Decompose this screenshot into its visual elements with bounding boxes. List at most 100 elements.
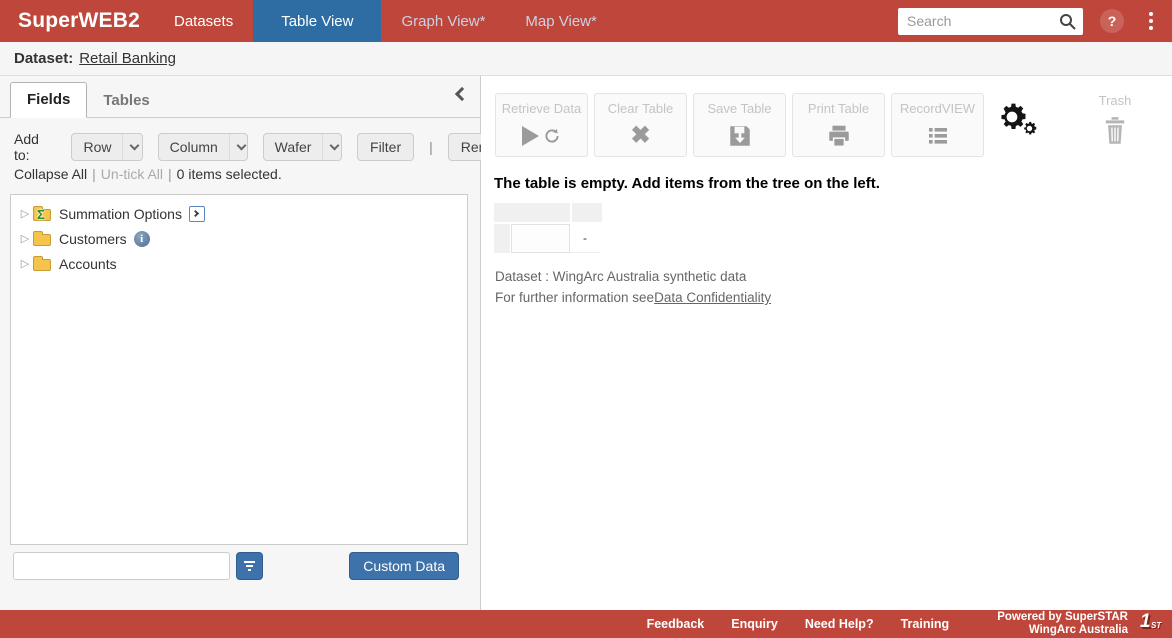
feedback-link[interactable]: Feedback xyxy=(647,617,705,631)
nav-item-graph-view[interactable]: Graph View* xyxy=(401,13,485,30)
trash-button[interactable]: Trash xyxy=(1083,93,1147,151)
recordview-button[interactable]: RecordVIEW xyxy=(891,93,984,157)
tab-tables[interactable]: Tables xyxy=(87,84,165,118)
dataset-info-text: Dataset : WingArc Australia synthetic da… xyxy=(495,269,746,284)
powered-line1: Powered by SuperSTAR xyxy=(997,611,1128,624)
expand-arrow-icon[interactable]: ▷ xyxy=(17,232,33,245)
tree-search-row: Custom Data xyxy=(0,552,480,580)
logo-st: ST xyxy=(1151,621,1161,630)
custom-data-button[interactable]: Custom Data xyxy=(349,552,459,580)
expand-arrow-icon[interactable]: ▷ xyxy=(17,257,33,270)
row-button-label[interactable]: Row xyxy=(72,134,122,160)
recordview-label: RecordVIEW xyxy=(892,101,983,116)
tree-item-label[interactable]: Accounts xyxy=(59,256,117,272)
search-input[interactable] xyxy=(898,8,1083,35)
table-row: - xyxy=(494,224,602,253)
play-refresh-icon xyxy=(496,121,587,151)
chevron-down-icon xyxy=(236,141,246,151)
add-to-column-button[interactable]: Column xyxy=(158,133,248,161)
untick-all-link[interactable]: Un-tick All xyxy=(101,166,163,182)
superweb2-app: SuperWEB2 Datasets Table View Graph View… xyxy=(0,0,1172,638)
folder-icon xyxy=(33,259,51,271)
save-table-button[interactable]: Save Table xyxy=(693,93,786,157)
clear-x-icon: ✖ xyxy=(630,124,650,148)
tree-item-label[interactable]: Customers xyxy=(59,231,127,247)
dataset-label: Dataset: xyxy=(14,50,73,67)
add-to-controls: Add to: Row Column Wafer Filter | Remove xyxy=(14,131,526,163)
training-link[interactable]: Training xyxy=(901,617,950,631)
print-table-label: Print Table xyxy=(793,101,884,116)
logo-one: 1 xyxy=(1140,611,1151,633)
chevron-down-icon xyxy=(330,141,340,151)
print-table-button[interactable]: Print Table xyxy=(792,93,885,157)
printer-icon xyxy=(793,121,884,151)
retrieve-data-button[interactable]: Retrieve Data xyxy=(495,93,588,157)
column-dropdown[interactable] xyxy=(229,134,248,160)
table-header-cell xyxy=(572,203,602,222)
empty-table-message: The table is empty. Add items from the t… xyxy=(494,175,880,192)
superstar-1st-logo: 1 ST xyxy=(1136,612,1164,636)
overflow-menu-icon[interactable] xyxy=(1146,9,1156,33)
table-view-panel: Retrieve Data Clear Table ✖ Save Table xyxy=(481,76,1172,610)
search-box xyxy=(898,8,1083,35)
column-button-label[interactable]: Column xyxy=(159,134,229,160)
content-area: Fields Tables Add to: Row Column Wafer xyxy=(0,76,1172,610)
filter-icon xyxy=(244,561,255,563)
help-icon[interactable]: ? xyxy=(1100,9,1124,33)
further-info-label: For further information see xyxy=(495,290,654,305)
summation-folder-icon: Σ xyxy=(33,209,51,221)
tree-item-accounts[interactable]: ▷ Accounts xyxy=(17,251,461,276)
clear-table-button[interactable]: Clear Table ✖ xyxy=(594,93,687,157)
table-header-row xyxy=(494,203,602,222)
enquiry-link[interactable]: Enquiry xyxy=(731,617,778,631)
folder-icon xyxy=(33,234,51,246)
add-to-row-button[interactable]: Row xyxy=(71,133,142,161)
add-to-wafer-button[interactable]: Wafer xyxy=(263,133,342,161)
selection-status-row: Collapse All|Un-tick All|0 items selecte… xyxy=(14,166,282,182)
clear-table-label: Clear Table xyxy=(595,101,686,116)
small-gear-icon xyxy=(1021,120,1038,137)
tree-filter-button[interactable] xyxy=(236,552,263,580)
row-dropdown[interactable] xyxy=(122,134,142,160)
footer-links: Feedback Enquiry Need Help? Training xyxy=(647,617,950,631)
top-nav: SuperWEB2 Datasets Table View Graph View… xyxy=(0,0,1172,42)
table-stub-cell xyxy=(494,224,510,253)
summation-detail-button[interactable] xyxy=(189,206,205,222)
dataset-link[interactable]: Retail Banking xyxy=(79,50,176,67)
chevron-right-icon xyxy=(192,210,199,217)
expand-arrow-icon[interactable]: ▷ xyxy=(17,207,33,220)
tree-item-customers[interactable]: ▷ Customers i xyxy=(17,226,461,251)
footer: Feedback Enquiry Need Help? Training Pow… xyxy=(0,610,1172,638)
nav-item-table-view[interactable]: Table View xyxy=(253,0,381,42)
collapse-all-link[interactable]: Collapse All xyxy=(14,166,87,182)
filter-button[interactable]: Filter xyxy=(357,133,414,161)
trash-icon xyxy=(1101,116,1129,146)
tree-search-input[interactable] xyxy=(13,552,230,580)
separator: | xyxy=(92,166,96,182)
nav-item-datasets[interactable]: Datasets xyxy=(174,13,233,30)
wafer-dropdown[interactable] xyxy=(322,134,342,160)
tree-item-summation-options[interactable]: ▷ Σ Summation Options xyxy=(17,201,461,226)
tab-fields[interactable]: Fields xyxy=(10,82,87,118)
further-info-text: For further information seeData Confiden… xyxy=(495,290,771,305)
table-cell xyxy=(511,224,570,253)
breadcrumb: Dataset: Retail Banking xyxy=(0,42,1172,76)
empty-table-skeleton: - xyxy=(494,203,602,253)
panel-tabbar: Fields Tables xyxy=(0,76,480,118)
tree-item-label[interactable]: Summation Options xyxy=(59,206,182,222)
app-logo: SuperWEB2 xyxy=(18,9,140,33)
trash-label: Trash xyxy=(1083,93,1147,108)
info-icon[interactable]: i xyxy=(134,231,150,247)
data-confidentiality-link[interactable]: Data Confidentiality xyxy=(654,290,771,305)
retrieve-data-label: Retrieve Data xyxy=(496,101,587,116)
wafer-button-label[interactable]: Wafer xyxy=(264,134,323,160)
add-to-label: Add to: xyxy=(14,131,55,163)
save-table-label: Save Table xyxy=(694,101,785,116)
search-icon[interactable] xyxy=(1059,13,1076,30)
powered-line2: WingArc Australia xyxy=(997,624,1128,637)
nav-item-map-view[interactable]: Map View* xyxy=(525,13,596,30)
table-options-button[interactable] xyxy=(995,100,1045,142)
powered-by-text: Powered by SuperSTAR WingArc Australia xyxy=(997,611,1128,637)
sigma-icon: Σ xyxy=(37,207,45,222)
need-help-link[interactable]: Need Help? xyxy=(805,617,874,631)
